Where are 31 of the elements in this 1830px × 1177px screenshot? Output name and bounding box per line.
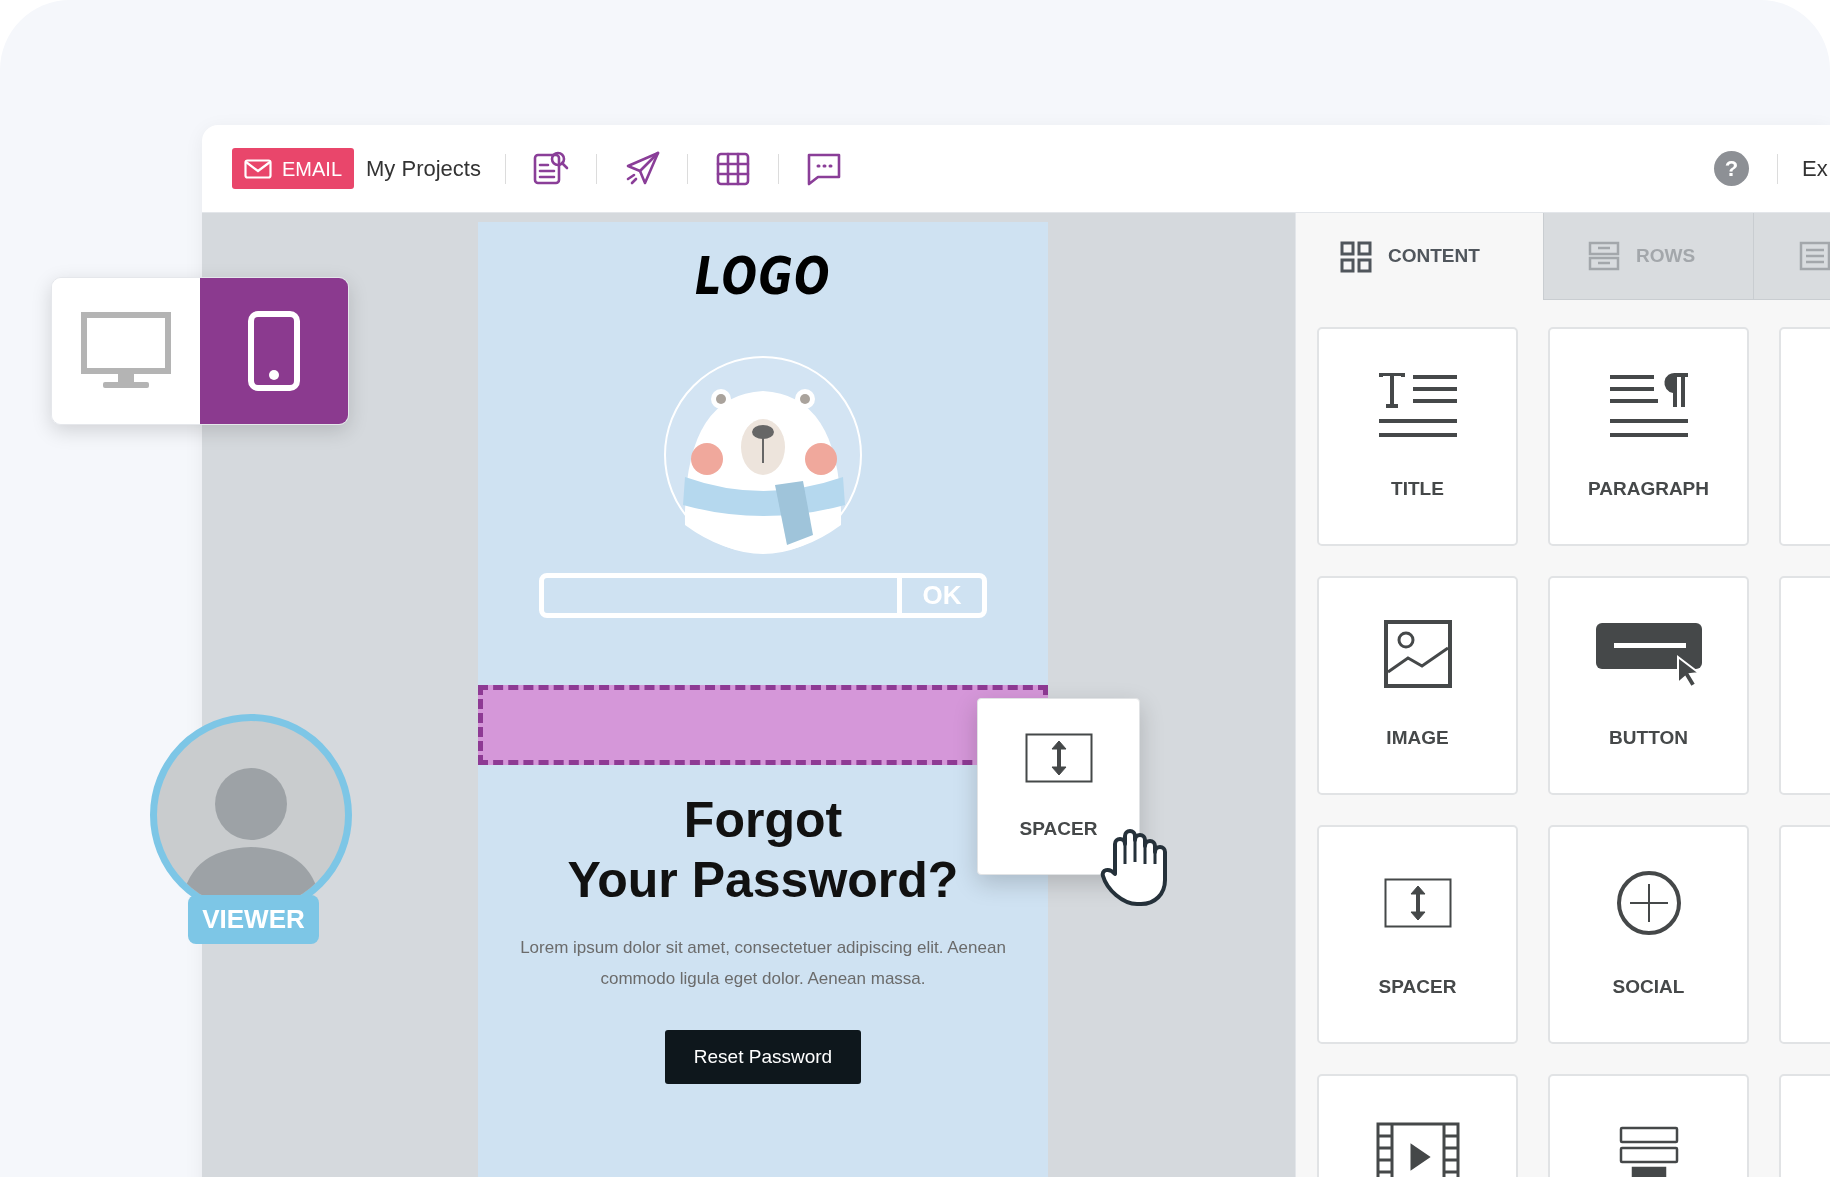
button-pointer-icon (1593, 621, 1704, 687)
plus-circle-icon (1615, 870, 1682, 936)
button-tile[interactable]: BUTTON (1548, 576, 1749, 795)
paragraph-icon (1609, 371, 1688, 439)
email-button[interactable]: EMAIL (232, 148, 355, 189)
social-tile[interactable]: SOCIAL (1548, 825, 1749, 1044)
paragraph-tile[interactable]: PARAGRAPH (1548, 327, 1749, 546)
viewer-role-badge: VIEWER (188, 895, 319, 944)
email-body-text: Lorem ipsum dolor sit amet, consectetuer adipiscing elit. Aenean commodo ligula eget dolor. Aenean massa. (519, 937, 1007, 990)
dragged-spacer-tile[interactable]: SPACER (977, 698, 1140, 875)
image-tile[interactable]: IMAGE (1317, 576, 1518, 795)
spacer-tile[interactable]: SPACER (1317, 825, 1518, 1044)
grid-icon (1340, 240, 1372, 273)
email-heading: Forgot Your Password? (567, 791, 959, 910)
spacer-icon (1024, 733, 1093, 783)
menu-label[interactable]: Ex (1802, 152, 1830, 185)
image-icon (1383, 620, 1452, 688)
reset-password-button[interactable]: Reset Password (665, 1030, 861, 1084)
desktop-monitor-icon (81, 312, 171, 390)
title-tile[interactable]: TITLE (1317, 327, 1518, 546)
logo: LOGO (694, 250, 832, 302)
film-play-icon (1375, 1122, 1460, 1177)
document-icon (1798, 240, 1830, 272)
spacer-icon (1383, 878, 1452, 928)
my-projects-link[interactable]: My Projects (366, 152, 481, 185)
mobile-view-button[interactable] (200, 278, 348, 424)
stacked-rows-icon (1618, 1126, 1679, 1177)
title-icon (1378, 371, 1457, 439)
rows-icon (1588, 240, 1620, 272)
envelope-icon (244, 158, 272, 179)
smartphone-icon (248, 311, 300, 391)
